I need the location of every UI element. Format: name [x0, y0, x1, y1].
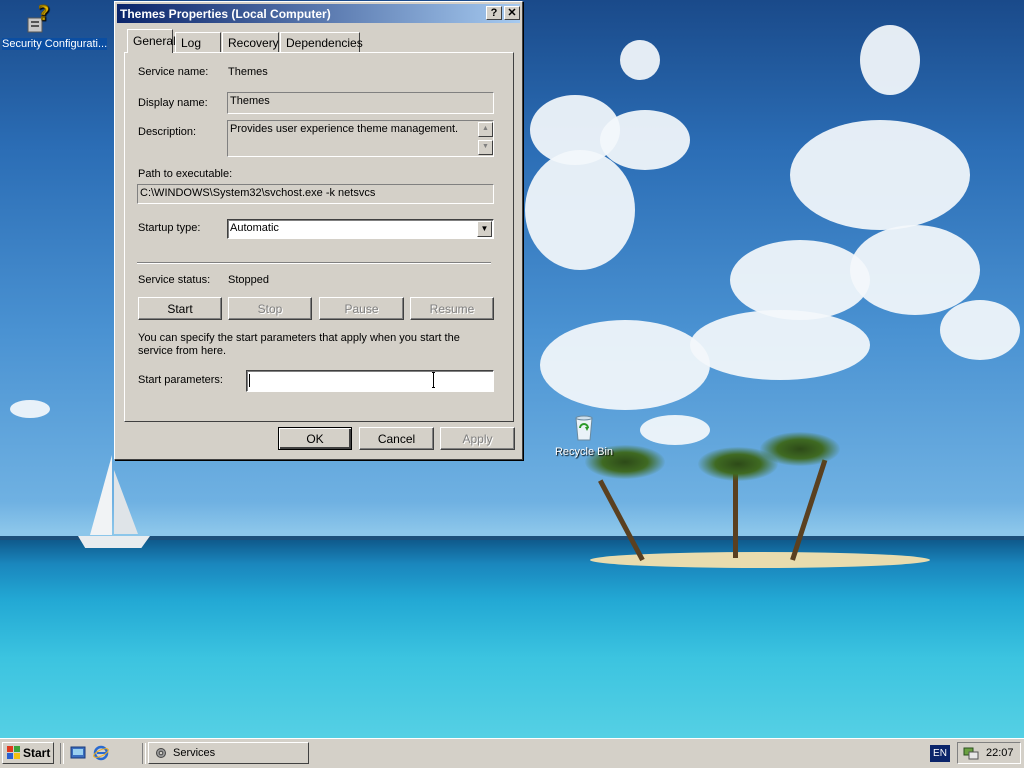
ok-button[interactable]: OK	[278, 427, 352, 450]
startup-type-select[interactable]: Automatic	[227, 219, 494, 239]
taskbar: Start Services EN 22:07	[0, 738, 1024, 768]
stop-service-button[interactable]: Stop	[228, 297, 312, 320]
tab-general[interactable]: General	[127, 29, 176, 53]
cloud	[850, 225, 980, 315]
cloud	[540, 320, 710, 410]
dialog-titlebar[interactable]: Themes Properties (Local Computer) ? ✕	[117, 4, 520, 23]
scroll-up-icon[interactable]: ▲	[478, 122, 493, 137]
cloud	[620, 40, 660, 80]
cancel-button[interactable]: Cancel	[359, 427, 434, 450]
service-name-label: Service name:	[138, 66, 209, 78]
palm-fronds	[760, 432, 840, 466]
tab-log-on[interactable]: Log On	[175, 32, 221, 64]
cloud	[10, 400, 50, 418]
taskbar-item-services[interactable]: Services	[148, 742, 309, 764]
icon-label: Security Configurati...	[2, 38, 108, 50]
taskbar-divider	[60, 743, 64, 764]
svg-text:?: ?	[38, 4, 50, 25]
sailboat-hull	[78, 536, 150, 548]
task-label: Services	[173, 747, 216, 759]
services-gear-icon	[156, 748, 166, 758]
start-params-label: Start parameters:	[138, 374, 223, 386]
taskbar-divider	[142, 743, 146, 764]
cloud	[600, 110, 690, 170]
clock[interactable]: 22:07	[986, 747, 1014, 759]
ibeam-cursor-stem	[433, 372, 434, 388]
text-caret	[249, 374, 250, 387]
start-params-input[interactable]	[246, 370, 494, 392]
cloud	[860, 25, 920, 95]
language-indicator[interactable]: EN	[930, 745, 950, 762]
recycle-bin-icon[interactable]: Recycle Bin	[548, 412, 620, 459]
start-params-info: You can specify the start parameters tha…	[138, 332, 460, 357]
resume-service-button[interactable]: Resume	[410, 297, 494, 320]
chevron-down-icon[interactable]: ▼	[477, 221, 492, 237]
cloud	[790, 120, 970, 230]
internet-explorer-icon[interactable]	[93, 745, 109, 761]
description-label: Description:	[138, 126, 197, 138]
security-wizard-icon: ?	[27, 4, 50, 33]
service-name-value: Themes	[228, 66, 268, 78]
service-status-label: Service status:	[138, 274, 211, 286]
windows-logo-icon	[7, 746, 20, 759]
start-label: Start	[23, 746, 51, 760]
scroll-down-icon[interactable]: ▼	[478, 140, 493, 155]
startup-type-label: Startup type:	[138, 222, 201, 234]
recycle-bin-graphic-icon	[575, 415, 593, 441]
palm-trunk	[733, 470, 738, 558]
cloud	[690, 310, 870, 380]
start-service-button[interactable]: Start	[138, 297, 222, 320]
system-tray: 22:07	[957, 742, 1021, 764]
start-button[interactable]: Start	[2, 742, 54, 764]
cloud	[730, 240, 870, 320]
close-button[interactable]: ✕	[504, 6, 520, 20]
pause-service-button[interactable]: Pause	[319, 297, 404, 320]
sailboat-sail	[114, 470, 138, 534]
cloud	[525, 150, 635, 270]
show-desktop-icon[interactable]	[70, 745, 86, 761]
display-name-field[interactable]: Themes	[227, 92, 494, 114]
separator	[137, 262, 491, 264]
cloud	[940, 300, 1020, 360]
description-field[interactable]: Provides user experience theme managemen…	[227, 120, 494, 157]
sea	[0, 540, 1024, 738]
apply-button[interactable]: Apply	[440, 427, 515, 450]
service-status-value: Stopped	[228, 274, 269, 286]
help-button[interactable]: ?	[486, 6, 502, 20]
network-tray-icon[interactable]	[963, 746, 979, 760]
tab-dependencies[interactable]: Dependencies	[280, 32, 363, 52]
icon-label: Recycle Bin	[554, 446, 614, 458]
sailboat-sail	[90, 455, 112, 535]
dialog-title: Themes Properties (Local Computer)	[120, 7, 331, 21]
path-label: Path to executable:	[138, 168, 233, 180]
tab-recovery[interactable]: Recovery	[222, 32, 279, 52]
cloud	[640, 415, 710, 445]
security-configuration-icon[interactable]: ? Security Configurati...	[2, 4, 108, 51]
path-field[interactable]: C:\WINDOWS\System32\svchost.exe -k netsv…	[137, 184, 494, 204]
display-name-label: Display name:	[138, 97, 208, 109]
